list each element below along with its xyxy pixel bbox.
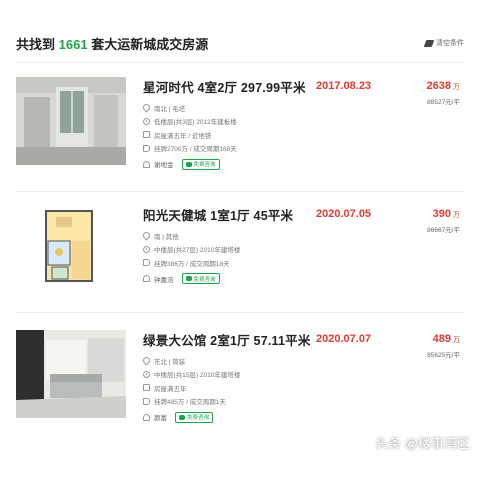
- agent-name[interactable]: 钟嘉浩: [154, 274, 174, 284]
- results-suffix: 套大运新城成交房源: [91, 37, 209, 52]
- house-icon: [143, 384, 150, 392]
- eraser-icon: [423, 39, 435, 47]
- total-price: 489 万: [390, 333, 460, 345]
- listing-tags: 房屋满五年 / 近地铁: [154, 132, 212, 140]
- watermark: 头条 @楼事湾区: [375, 436, 470, 451]
- price-tag-icon: [143, 144, 150, 152]
- listing-history: 挂牌2700万 / 成交周期168天: [154, 146, 237, 154]
- total-price: 390 万: [390, 208, 460, 220]
- total-price: 2638 万: [390, 80, 460, 92]
- listing-info: 星河时代 4室2厅 297.99平米 南北 | 毛坯 低楼层(共3层) 2012…: [141, 77, 323, 171]
- clear-filter-label: 清空条件: [436, 40, 464, 47]
- total-price-value: 489: [432, 333, 451, 345]
- price-unit: 万: [453, 337, 460, 344]
- listing-location: 东北 | 简装: [154, 358, 186, 366]
- total-price-value: 2638: [426, 80, 451, 92]
- clear-filter-button[interactable]: 清空条件: [423, 38, 464, 48]
- price-block: 2638 万 88527元/平: [390, 80, 460, 106]
- price-tag-icon: [143, 259, 150, 267]
- free-consult-button[interactable]: 免费咨询: [181, 158, 220, 170]
- unit-price: 88527元/平: [427, 99, 460, 106]
- unit-price: 86667元/平: [427, 227, 460, 234]
- free-consult-button[interactable]: 免费咨询: [175, 411, 214, 423]
- location-pin-icon: [141, 102, 152, 113]
- location-pin-icon: [141, 230, 152, 241]
- listing-photo[interactable]: [16, 330, 126, 418]
- listing-floor: 低楼层(共3层) 2012年建板楼: [154, 119, 237, 127]
- listing-location: 南北 | 毛坯: [154, 105, 186, 113]
- agent-name[interactable]: 颜富: [154, 412, 167, 422]
- listing-divider: [16, 191, 464, 192]
- results-prefix: 共找到: [16, 37, 56, 52]
- price-block: 489 万 85625元/平: [390, 333, 460, 359]
- listing-item[interactable]: 阳光天健城 1室1厅 45平米 南 | 其他 中楼层(共27层) 2010年建塔…: [16, 205, 464, 323]
- results-summary: 共找到 1661 套大运新城成交房源: [16, 34, 208, 53]
- agent-icon: [143, 160, 150, 168]
- location-pin-icon: [141, 355, 152, 366]
- house-icon: [143, 131, 150, 139]
- listing-item[interactable]: 绿景大公馆 2室1厅 57.11平米 东北 | 简装 中楼层(共15层) 201…: [16, 330, 464, 448]
- listing-title[interactable]: 星河时代 4室2厅 297.99平米: [143, 77, 323, 96]
- chat-icon: [185, 161, 192, 167]
- listing-floorplan[interactable]: [16, 205, 126, 293]
- listing-info: 绿景大公馆 2室1厅 57.11平米 东北 | 简装 中楼层(共15层) 201…: [141, 330, 323, 424]
- consult-label: 免费咨询: [193, 162, 216, 168]
- results-header: 共找到 1661 套大运新城成交房源 清空条件: [16, 30, 464, 54]
- listing-title[interactable]: 阳光天健城 1室1厅 45平米: [143, 205, 323, 224]
- floor-icon: [143, 245, 150, 253]
- listing-history: 挂牌485万 / 成交周期1天: [154, 399, 226, 407]
- floor-icon: [143, 370, 150, 378]
- chat-icon: [179, 414, 185, 420]
- listing-floor: 中楼层(共27层) 2010年建塔楼: [154, 247, 241, 255]
- agent-icon: [143, 413, 150, 421]
- listing-tags: 房屋满五年: [154, 385, 187, 393]
- listing-title[interactable]: 绿景大公馆 2室1厅 57.11平米: [143, 330, 323, 349]
- consult-label: 免费咨询: [187, 415, 210, 421]
- price-tag-icon: [143, 397, 150, 405]
- results-count: 1661: [58, 37, 88, 52]
- agent-name[interactable]: 谢地金: [154, 159, 174, 169]
- listing-info: 阳光天健城 1室1厅 45平米 南 | 其他 中楼层(共27层) 2010年建塔…: [141, 205, 323, 286]
- free-consult-button[interactable]: 免费咨询: [181, 273, 220, 284]
- unit-price: 85625元/平: [427, 352, 460, 359]
- price-unit: 万: [453, 84, 460, 91]
- consult-label: 免费咨询: [193, 276, 216, 283]
- price-block: 390 万 86667元/平: [390, 208, 460, 234]
- listing-item[interactable]: 星河时代 4室2厅 297.99平米 南北 | 毛坯 低楼层(共3层) 2012…: [16, 77, 464, 195]
- price-unit: 万: [453, 212, 460, 219]
- listing-photo[interactable]: [16, 77, 126, 165]
- listing-floor: 中楼层(共15层) 2010年建塔楼: [154, 372, 241, 380]
- floor-icon: [143, 117, 150, 125]
- header-divider: [16, 62, 464, 63]
- listing-location: 南 | 其他: [154, 233, 179, 241]
- listing-history: 挂牌386万 / 成交周期18天: [154, 260, 230, 268]
- chat-icon: [185, 276, 192, 281]
- agent-icon: [143, 275, 150, 282]
- listing-divider: [16, 312, 464, 313]
- total-price-value: 390: [432, 208, 451, 220]
